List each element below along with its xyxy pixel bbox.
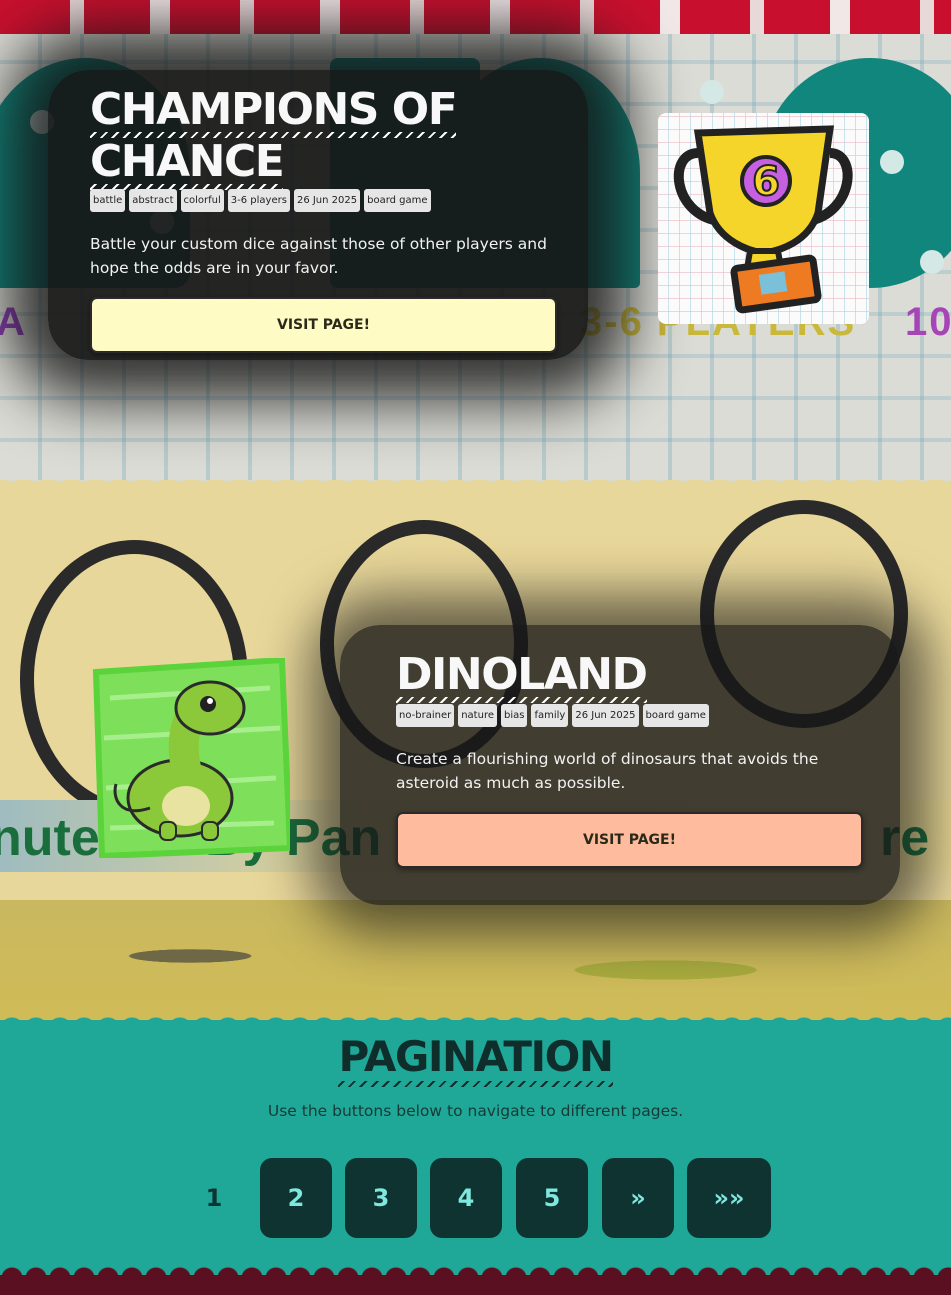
game-thumbnail[interactable] <box>90 656 294 860</box>
pagination-title-text: PAGINATION <box>338 1032 614 1087</box>
red-header-band <box>0 0 951 34</box>
letter-dot <box>880 150 904 174</box>
banner-text: 10 <box>905 300 951 344</box>
tag-list: battle abstract colorful 3-6 players 26 … <box>90 189 431 212</box>
current-page: 1 <box>205 1184 223 1212</box>
game-description: Create a flourishing world of dinosaurs … <box>396 750 819 792</box>
tag[interactable]: 26 Jun 2025 <box>572 704 639 727</box>
banner-text: nute <box>0 809 100 867</box>
pagination-subtitle: Use the buttons below to navigate to dif… <box>267 1102 684 1120</box>
visit-page-button[interactable]: VISIT PAGE! <box>90 297 557 353</box>
scallop-border <box>0 1008 951 1030</box>
game-thumbnail[interactable]: 6 <box>658 113 869 324</box>
title-line: DINOLAND <box>396 651 648 703</box>
tag[interactable]: no-brainer <box>396 704 455 727</box>
title-line: CHAMPIONS OF <box>90 86 458 138</box>
svg-text:6: 6 <box>752 159 780 205</box>
tag[interactable]: board game <box>364 189 431 212</box>
tag[interactable]: colorful <box>180 189 224 212</box>
tag[interactable]: board game <box>642 704 709 727</box>
next-page-button[interactable]: » <box>602 1158 674 1238</box>
pagination-title: PAGINATION <box>0 1032 951 1087</box>
tag[interactable]: abstract <box>129 189 177 212</box>
tag[interactable]: nature <box>458 704 497 727</box>
green-dinosaur-icon <box>92 656 294 860</box>
game-description: Battle your custom dice against those of… <box>90 235 547 277</box>
letter-dot <box>700 80 724 104</box>
scallop-border <box>0 480 951 492</box>
game-title: CHAMPIONS OF CHANCE <box>90 86 458 190</box>
letter-dot <box>920 250 944 274</box>
game-title: DINOLAND <box>396 651 648 703</box>
title-line: CHANCE <box>90 138 285 190</box>
tag[interactable]: family <box>531 704 569 727</box>
last-page-button[interactable]: »» <box>687 1158 771 1238</box>
banner-letter: A <box>0 300 27 344</box>
tag[interactable]: bias <box>501 704 528 727</box>
trophy-six-icon: 6 <box>673 125 853 314</box>
footer-bar <box>0 1275 951 1295</box>
tag[interactable]: 26 Jun 2025 <box>293 189 361 212</box>
tag[interactable]: battle <box>90 189 126 212</box>
tag[interactable]: 3-6 players <box>227 189 290 212</box>
page-button-3[interactable]: 3 <box>345 1158 417 1238</box>
visit-page-button[interactable]: VISIT PAGE! <box>396 812 863 868</box>
page-button-5[interactable]: 5 <box>516 1158 588 1238</box>
tag-list: no-brainer nature bias family 26 Jun 202… <box>396 704 709 727</box>
page-button-4[interactable]: 4 <box>430 1158 502 1238</box>
page-button-2[interactable]: 2 <box>260 1158 332 1238</box>
